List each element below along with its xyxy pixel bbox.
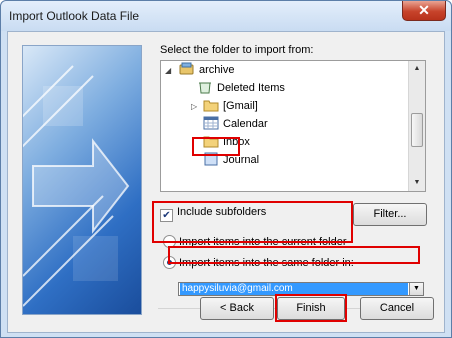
combo-highlight	[168, 246, 420, 264]
tree-item-deleted-items[interactable]: Deleted Items	[197, 79, 285, 97]
radio-group-highlight	[152, 201, 353, 243]
back-button[interactable]: < Back	[200, 297, 274, 320]
finish-highlight	[275, 294, 347, 322]
scroll-down-icon[interactable]: ▼	[409, 175, 425, 191]
close-icon: ✕	[418, 2, 430, 18]
folder-icon	[203, 98, 219, 112]
folder-prompt: Select the folder to import from:	[160, 44, 314, 56]
calendar-icon	[203, 116, 219, 130]
tree-item-label: archive	[199, 64, 235, 76]
chevron-down-icon[interactable]: ▼	[409, 283, 423, 295]
deleted-items-icon	[197, 80, 213, 94]
tree-item-label: Deleted Items	[217, 82, 285, 94]
close-button[interactable]: ✕	[402, 1, 446, 21]
inbox-highlight	[192, 137, 240, 156]
wizard-banner	[22, 45, 142, 315]
dialog-client: Select the folder to import from: ◢ arch…	[7, 31, 445, 333]
expand-closed-icon[interactable]: ▷	[191, 102, 197, 111]
tree-item-gmail[interactable]: [Gmail]	[203, 97, 258, 115]
folder-tree[interactable]: ◢ archive Deleted Items ▷ [Gmail] Calend…	[160, 60, 426, 192]
filter-button[interactable]: Filter...	[353, 203, 427, 226]
arrow-graphic-icon	[23, 65, 130, 307]
scroll-thumb[interactable]	[411, 113, 423, 147]
tree-item-calendar[interactable]: Calendar	[203, 115, 268, 133]
cancel-button[interactable]: Cancel	[360, 297, 434, 320]
scroll-up-icon[interactable]: ▲	[409, 61, 425, 77]
tree-scrollbar[interactable]: ▲ ▼	[408, 61, 425, 191]
tree-item-label: [Gmail]	[223, 100, 258, 112]
tree-item-label: Calendar	[223, 118, 268, 130]
window-title: Import Outlook Data File	[9, 9, 140, 23]
title-bar[interactable]: Import Outlook Data File ✕	[1, 1, 451, 31]
data-file-icon	[179, 62, 195, 76]
expand-open-icon[interactable]: ◢	[165, 66, 171, 75]
tree-item-archive[interactable]: archive	[179, 61, 234, 79]
dialog-window: Import Outlook Data File ✕ Select the fo…	[0, 0, 452, 338]
